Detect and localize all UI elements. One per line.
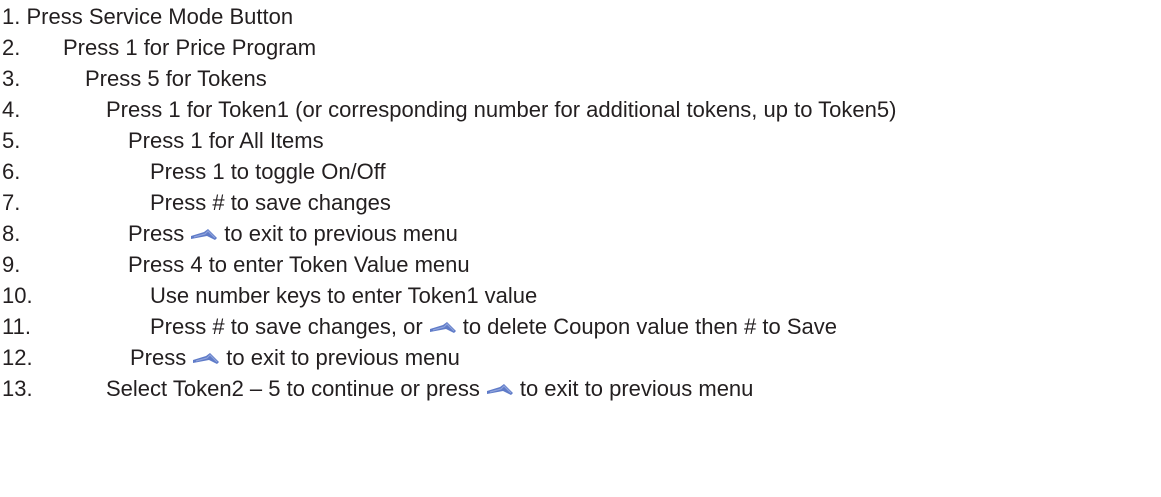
step-line: Select Token2 – 5 to continue or press to… — [106, 374, 753, 404]
step-number: 1. — [2, 4, 21, 29]
step-text: Press 5 for Tokens — [85, 66, 267, 91]
delete-arrow-icon — [429, 319, 459, 335]
step-number: 13. — [2, 376, 33, 401]
step-number: 4. — [2, 97, 21, 122]
step-text: Press Service Mode Button — [26, 4, 294, 29]
step-number: 7. — [2, 190, 21, 215]
step-number: 9. — [2, 252, 21, 277]
step-line: Press to exit to previous menu — [128, 219, 458, 249]
step-text: Press 1 for Token1 (or corresponding num… — [106, 97, 897, 122]
step-text-after: to exit to previous menu — [224, 221, 458, 246]
step-text-before: Press # to save changes, or — [150, 314, 423, 339]
step-text: Press 4 to enter Token Value menu — [128, 252, 470, 277]
step-text: Press # to save changes — [150, 190, 391, 215]
step-number: 2. — [2, 35, 21, 60]
step-text: Press 1 for Price Program — [63, 35, 317, 60]
step-text-after: to delete Coupon value then # to Save — [462, 314, 837, 339]
step-line: 1. Press Service Mode Button — [2, 2, 293, 32]
step-text-after: to exit to previous menu — [519, 376, 754, 401]
step-text: Press 1 to toggle On/Off — [150, 159, 386, 184]
step-number: 8. — [2, 221, 21, 246]
step-text-before: Select Token2 – 5 to continue or press — [106, 376, 480, 401]
step-text: Press 1 for All Items — [128, 128, 324, 153]
step-text-after: to exit to previous menu — [226, 345, 460, 370]
instruction-list: 1. Press Service Mode Button 2. Press 1 … — [0, 0, 1161, 497]
step-number: 10. — [2, 283, 33, 308]
step-number: 11. — [2, 314, 31, 339]
delete-arrow-icon — [486, 381, 516, 397]
step-text-before: Press — [130, 345, 187, 370]
step-number: 12. — [2, 345, 33, 370]
step-line: Press # to save changes, or to delete Cou… — [150, 312, 837, 342]
step-text: Use number keys to enter Token1 value — [150, 283, 538, 308]
step-text-before: Press — [128, 221, 185, 246]
delete-arrow-icon — [190, 226, 220, 242]
step-line: Press to exit to previous menu — [130, 343, 460, 373]
delete-arrow-icon — [192, 350, 222, 366]
step-number: 5. — [2, 128, 21, 153]
step-number: 6. — [2, 159, 21, 184]
step-number: 3. — [2, 66, 21, 91]
